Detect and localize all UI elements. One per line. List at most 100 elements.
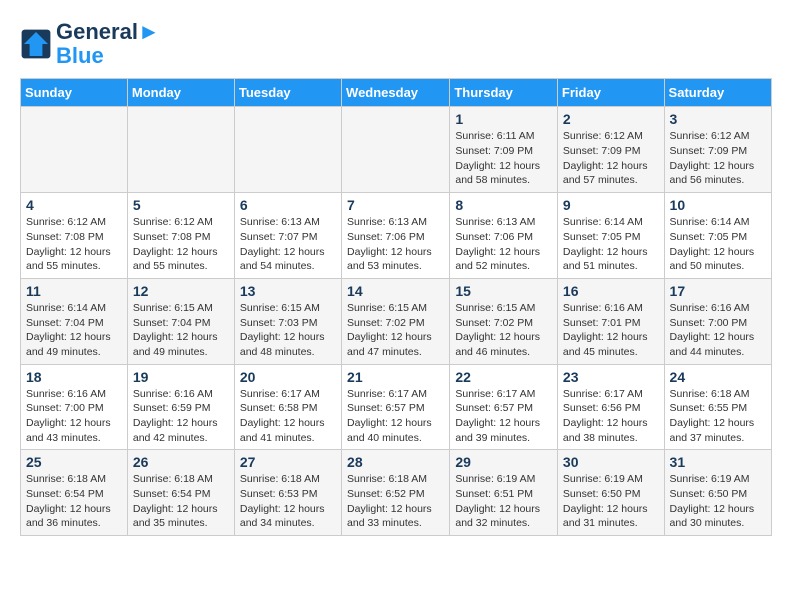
day-number: 24: [670, 369, 766, 385]
day-info: Sunrise: 6:14 AMSunset: 7:05 PMDaylight:…: [670, 215, 766, 274]
calendar-day-cell: 27 Sunrise: 6:18 AMSunset: 6:53 PMDayligh…: [234, 450, 341, 536]
calendar-day-cell: 26 Sunrise: 6:18 AMSunset: 6:54 PMDayligh…: [127, 450, 234, 536]
day-info: Sunrise: 6:16 AMSunset: 7:00 PMDaylight:…: [26, 387, 122, 446]
day-number: 25: [26, 454, 122, 470]
day-number: 30: [563, 454, 659, 470]
day-number: 10: [670, 197, 766, 213]
day-info: Sunrise: 6:19 AMSunset: 6:51 PMDaylight:…: [455, 472, 552, 531]
calendar-day-cell: 16Sunrise: 6:16 AMSunset: 7:01 PMDayligh…: [557, 278, 664, 364]
calendar-day-cell: 11 Sunrise: 6:14 AMSunset: 7:04 PMDayligh…: [21, 278, 128, 364]
calendar-day-cell: 19 Sunrise: 6:16 AMSunset: 6:59 PMDayligh…: [127, 364, 234, 450]
day-info: Sunrise: 6:16 AMSunset: 6:59 PMDaylight:…: [133, 387, 229, 446]
day-info: Sunrise: 6:15 AMSunset: 7:03 PMDaylight:…: [240, 301, 336, 360]
day-number: 5: [133, 197, 229, 213]
day-number: 15: [455, 283, 552, 299]
logo-icon: [20, 28, 52, 60]
calendar-day-cell: [127, 107, 234, 193]
calendar-day-cell: 20Sunrise: 6:17 AMSunset: 6:58 PMDayligh…: [234, 364, 341, 450]
weekday-header: Saturday: [664, 79, 771, 107]
day-number: 3: [670, 111, 766, 127]
calendar-day-cell: [234, 107, 341, 193]
weekday-header: Wednesday: [342, 79, 450, 107]
day-info: Sunrise: 6:14 AMSunset: 7:04 PMDaylight:…: [26, 301, 122, 360]
calendar-day-cell: 24 Sunrise: 6:18 AMSunset: 6:55 PMDayligh…: [664, 364, 771, 450]
day-number: 16: [563, 283, 659, 299]
calendar-day-cell: 10 Sunrise: 6:14 AMSunset: 7:05 PMDayligh…: [664, 193, 771, 279]
day-number: 7: [347, 197, 444, 213]
calendar-day-cell: 28 Sunrise: 6:18 AMSunset: 6:52 PMDayligh…: [342, 450, 450, 536]
calendar-day-cell: 17 Sunrise: 6:16 AMSunset: 7:00 PMDayligh…: [664, 278, 771, 364]
day-number: 13: [240, 283, 336, 299]
calendar-day-cell: 3 Sunrise: 6:12 AMSunset: 7:09 PMDaylight…: [664, 107, 771, 193]
day-info: Sunrise: 6:17 AMSunset: 6:57 PMDaylight:…: [455, 387, 552, 446]
logo: General► Blue: [20, 20, 160, 68]
day-info: Sunrise: 6:12 AMSunset: 7:09 PMDaylight:…: [670, 129, 766, 188]
day-number: 9: [563, 197, 659, 213]
day-number: 26: [133, 454, 229, 470]
day-info: Sunrise: 6:12 AMSunset: 7:08 PMDaylight:…: [26, 215, 122, 274]
calendar-week-row: 11 Sunrise: 6:14 AMSunset: 7:04 PMDayligh…: [21, 278, 772, 364]
day-number: 14: [347, 283, 444, 299]
day-number: 19: [133, 369, 229, 385]
day-number: 6: [240, 197, 336, 213]
calendar-day-cell: 29 Sunrise: 6:19 AMSunset: 6:51 PMDayligh…: [450, 450, 558, 536]
calendar-table: SundayMondayTuesdayWednesdayThursdayFrid…: [20, 78, 772, 536]
logo-text: General► Blue: [56, 20, 160, 68]
day-number: 31: [670, 454, 766, 470]
day-number: 1: [455, 111, 552, 127]
day-info: Sunrise: 6:13 AMSunset: 7:06 PMDaylight:…: [347, 215, 444, 274]
calendar-day-cell: 5 Sunrise: 6:12 AMSunset: 7:08 PMDaylight…: [127, 193, 234, 279]
calendar-day-cell: 13 Sunrise: 6:15 AMSunset: 7:03 PMDayligh…: [234, 278, 341, 364]
calendar-week-row: 1 Sunrise: 6:11 AMSunset: 7:09 PMDaylight…: [21, 107, 772, 193]
day-number: 22: [455, 369, 552, 385]
calendar-day-cell: 30 Sunrise: 6:19 AMSunset: 6:50 PMDayligh…: [557, 450, 664, 536]
calendar-day-cell: 1 Sunrise: 6:11 AMSunset: 7:09 PMDaylight…: [450, 107, 558, 193]
day-info: Sunrise: 6:18 AMSunset: 6:54 PMDaylight:…: [26, 472, 122, 531]
calendar-day-cell: [342, 107, 450, 193]
day-number: 17: [670, 283, 766, 299]
weekday-header: Tuesday: [234, 79, 341, 107]
day-number: 4: [26, 197, 122, 213]
day-number: 18: [26, 369, 122, 385]
day-number: 23: [563, 369, 659, 385]
day-info: Sunrise: 6:15 AMSunset: 7:04 PMDaylight:…: [133, 301, 229, 360]
calendar-week-row: 25 Sunrise: 6:18 AMSunset: 6:54 PMDayligh…: [21, 450, 772, 536]
day-info: Sunrise: 6:12 AMSunset: 7:08 PMDaylight:…: [133, 215, 229, 274]
calendar-day-cell: 25 Sunrise: 6:18 AMSunset: 6:54 PMDayligh…: [21, 450, 128, 536]
day-info: Sunrise: 6:15 AMSunset: 7:02 PMDaylight:…: [347, 301, 444, 360]
calendar-day-cell: 6Sunrise: 6:13 AMSunset: 7:07 PMDaylight…: [234, 193, 341, 279]
day-number: 29: [455, 454, 552, 470]
calendar-day-cell: 15 Sunrise: 6:15 AMSunset: 7:02 PMDayligh…: [450, 278, 558, 364]
calendar-week-row: 4 Sunrise: 6:12 AMSunset: 7:08 PMDaylight…: [21, 193, 772, 279]
day-info: Sunrise: 6:11 AMSunset: 7:09 PMDaylight:…: [455, 129, 552, 188]
day-info: Sunrise: 6:15 AMSunset: 7:02 PMDaylight:…: [455, 301, 552, 360]
weekday-header: Friday: [557, 79, 664, 107]
calendar-day-cell: 2Sunrise: 6:12 AMSunset: 7:09 PMDaylight…: [557, 107, 664, 193]
day-info: Sunrise: 6:18 AMSunset: 6:54 PMDaylight:…: [133, 472, 229, 531]
calendar-week-row: 18 Sunrise: 6:16 AMSunset: 7:00 PMDayligh…: [21, 364, 772, 450]
calendar-day-cell: 8Sunrise: 6:13 AMSunset: 7:06 PMDaylight…: [450, 193, 558, 279]
day-number: 28: [347, 454, 444, 470]
calendar-day-cell: 22 Sunrise: 6:17 AMSunset: 6:57 PMDayligh…: [450, 364, 558, 450]
day-info: Sunrise: 6:19 AMSunset: 6:50 PMDaylight:…: [670, 472, 766, 531]
calendar-day-cell: 7 Sunrise: 6:13 AMSunset: 7:06 PMDaylight…: [342, 193, 450, 279]
day-number: 20: [240, 369, 336, 385]
day-info: Sunrise: 6:18 AMSunset: 6:52 PMDaylight:…: [347, 472, 444, 531]
day-number: 8: [455, 197, 552, 213]
page-header: General► Blue: [20, 20, 772, 68]
day-info: Sunrise: 6:19 AMSunset: 6:50 PMDaylight:…: [563, 472, 659, 531]
day-info: Sunrise: 6:18 AMSunset: 6:55 PMDaylight:…: [670, 387, 766, 446]
day-number: 11: [26, 283, 122, 299]
day-number: 27: [240, 454, 336, 470]
calendar-day-cell: 23Sunrise: 6:17 AMSunset: 6:56 PMDayligh…: [557, 364, 664, 450]
calendar-day-cell: 21 Sunrise: 6:17 AMSunset: 6:57 PMDayligh…: [342, 364, 450, 450]
day-number: 21: [347, 369, 444, 385]
calendar-day-cell: [21, 107, 128, 193]
day-info: Sunrise: 6:17 AMSunset: 6:57 PMDaylight:…: [347, 387, 444, 446]
day-info: Sunrise: 6:18 AMSunset: 6:53 PMDaylight:…: [240, 472, 336, 531]
day-info: Sunrise: 6:16 AMSunset: 7:00 PMDaylight:…: [670, 301, 766, 360]
weekday-header: Monday: [127, 79, 234, 107]
calendar-day-cell: 14 Sunrise: 6:15 AMSunset: 7:02 PMDayligh…: [342, 278, 450, 364]
calendar-day-cell: 12 Sunrise: 6:15 AMSunset: 7:04 PMDayligh…: [127, 278, 234, 364]
day-number: 12: [133, 283, 229, 299]
